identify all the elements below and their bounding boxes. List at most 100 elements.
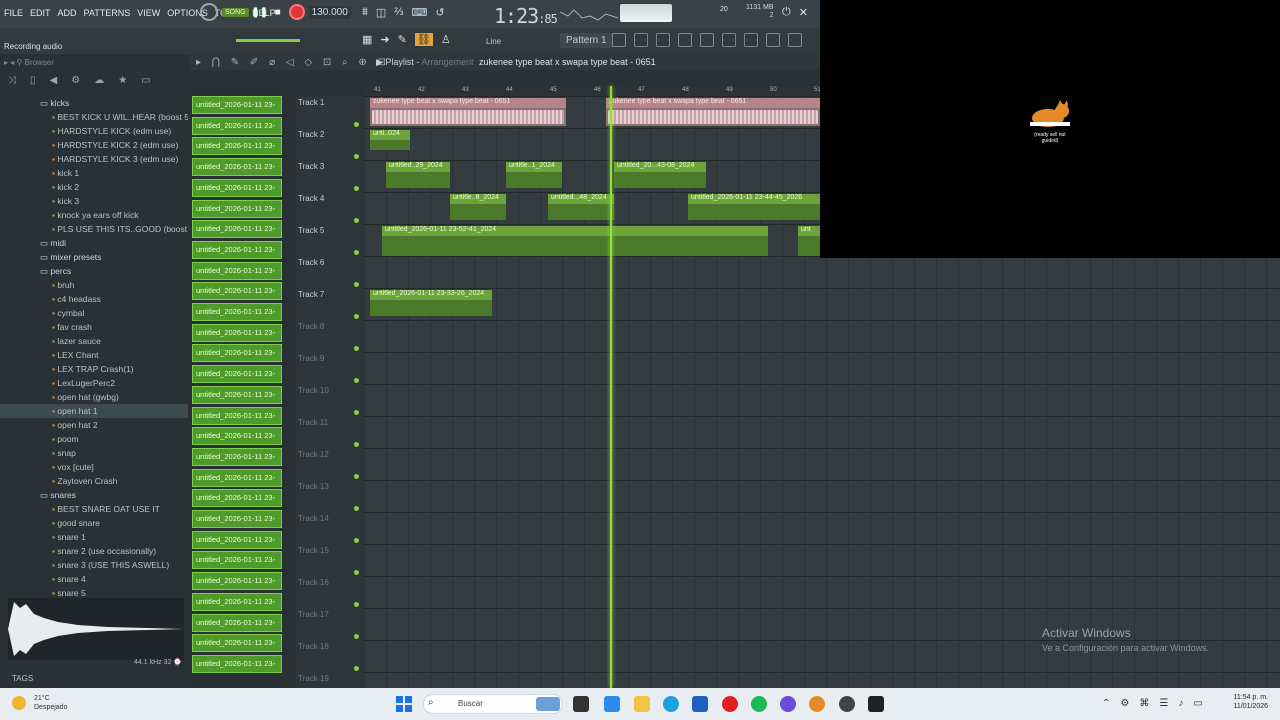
track-mute-led[interactable]: [354, 282, 359, 287]
pattern-item[interactable]: untitled_2026-01-11 23-: [192, 220, 282, 239]
track-label[interactable]: Track 5: [298, 226, 324, 235]
track-mute-led[interactable]: [354, 410, 359, 415]
browser-item[interactable]: ▪ Zaytoven Crash: [0, 474, 188, 488]
power-icon[interactable]: ⏻: [782, 6, 791, 19]
master-pitch-slider[interactable]: [236, 39, 300, 42]
song-mode-badge[interactable]: SONG: [222, 7, 249, 17]
browser-item[interactable]: ▪ kick 3: [0, 194, 188, 208]
pattern-item[interactable]: untitled_2026-01-11 23-: [192, 592, 282, 611]
timeline-ruler[interactable]: 41 42 43 44 45 46 47 48 49 50 51: [364, 86, 821, 96]
task-view-icon[interactable]: [573, 696, 589, 712]
metronome-icon[interactable]: ⩩: [362, 6, 368, 19]
track-label[interactable]: Track 14: [298, 514, 329, 523]
browser-item[interactable]: ▪ open hat 2: [0, 418, 188, 432]
browser-item[interactable]: ▪ kick 2: [0, 180, 188, 194]
track-mute-led[interactable]: [354, 346, 359, 351]
track-label[interactable]: Track 1: [298, 98, 324, 107]
star-icon[interactable]: ★: [118, 75, 127, 86]
track-label[interactable]: Track 3: [298, 162, 324, 171]
track-mute-led[interactable]: [354, 602, 359, 607]
stop-button[interactable]: ■: [271, 5, 285, 19]
track-label[interactable]: Track 8: [298, 322, 324, 331]
speaker-icon[interactable]: ◀: [50, 75, 58, 86]
file-icon[interactable]: ▯: [30, 75, 36, 86]
pattern-item[interactable]: untitled_2026-01-11 23-: [192, 323, 282, 342]
pattern-item[interactable]: untitled_2026-01-11 23-: [192, 654, 282, 673]
windows-start-icon[interactable]: [396, 696, 412, 712]
copilot-icon[interactable]: [604, 696, 620, 712]
menu-add[interactable]: ADD: [58, 8, 77, 18]
browser-folder[interactable]: ▭ kicks: [0, 96, 188, 110]
pattern-item[interactable]: untitled_2026-01-11 23-: [192, 613, 282, 632]
browser-item[interactable]: ▪ cymbal: [0, 306, 188, 320]
browser-folder[interactable]: ▭ mixer presets: [0, 250, 188, 264]
browser-item[interactable]: ▪ snare 2 (use occasionally): [0, 544, 188, 558]
record-button[interactable]: [288, 4, 305, 20]
pattern-item[interactable]: untitled_2026-01-11 23-: [192, 572, 282, 591]
track-label[interactable]: Track 7: [298, 290, 324, 299]
track-mute-led[interactable]: [354, 634, 359, 639]
browser-item[interactable]: ▪ HARDSTYLE KICK (edm use): [0, 124, 188, 138]
audio-clip[interactable]: zukenee type beat x swapa type beat - 06…: [370, 98, 566, 126]
pattern-item[interactable]: untitled_2026-01-11 23-: [192, 468, 282, 487]
pattern-clip[interactable]: untitled_2026-01-11 23-44-45_2026: [688, 194, 820, 220]
pattern-item[interactable]: untitled_2026-01-11 23-: [192, 240, 282, 259]
pattern-item[interactable]: untitled_2026-01-11 23-: [192, 510, 282, 528]
browser-item[interactable]: ▪ vox [cute]: [0, 460, 188, 474]
store-icon[interactable]: [692, 696, 708, 712]
pattern-item[interactable]: untitled_2026-01-11 23-: [192, 489, 282, 508]
browser-item[interactable]: ▪ LEX TRAP Crash(1): [0, 362, 188, 376]
discord-icon[interactable]: [780, 696, 796, 712]
browser-item[interactable]: ▪ LEX Chant: [0, 348, 188, 362]
battery-icon[interactable]: ▭: [1193, 698, 1202, 709]
playhead[interactable]: [610, 86, 612, 688]
pattern-clip[interactable]: untitle..8_2024: [450, 194, 506, 220]
browser-item[interactable]: ▪ HARDSTYLE KICK 3 (edm use): [0, 152, 188, 166]
pattern-item[interactable]: untitled_2026-01-11 23-: [192, 365, 282, 384]
browser-item[interactable]: ▪ kick 1: [0, 166, 188, 180]
file-explorer-icon[interactable]: [634, 696, 650, 712]
link-icon[interactable]: ⛓: [414, 33, 433, 46]
pat-song-toggle-icon[interactable]: [200, 3, 218, 21]
pattern-item[interactable]: untitled_2026-01-11 23-: [192, 158, 282, 177]
plugin-icon[interactable]: ⚙: [71, 75, 80, 86]
track-label[interactable]: Track 4: [298, 194, 324, 203]
track-label[interactable]: Track 11: [298, 418, 328, 427]
typing-keyboard-icon[interactable]: ⌨: [411, 6, 427, 19]
menu-view[interactable]: VIEW: [137, 8, 160, 18]
track-label[interactable]: Track 16: [298, 578, 329, 587]
fl-studio-icon[interactable]: [809, 696, 825, 712]
browser-item[interactable]: ▪ snap: [0, 446, 188, 460]
pattern-clip[interactable]: untitled_20...43-08_2024: [614, 162, 706, 188]
browser-item[interactable]: ▪ BEST SNARE OAT USE IT: [0, 502, 188, 516]
pattern-clip[interactable]: untitled..29_2024: [386, 162, 450, 188]
track-mute-led[interactable]: [354, 186, 359, 191]
pattern-item[interactable]: untitled_2026-01-11 23-: [192, 303, 282, 321]
track-mute-led[interactable]: [354, 250, 359, 255]
browser-item[interactable]: ▪ c4 headass: [0, 292, 188, 306]
track-label[interactable]: Track 19: [298, 674, 329, 683]
track-mute-led[interactable]: [354, 122, 359, 127]
browser-folder[interactable]: ▭ midi: [0, 236, 188, 250]
browser-item[interactable]: ▪ BEST KICK U WIL..HEAR (boost 5%): [0, 110, 188, 124]
pattern-item[interactable]: untitled_2026-01-11 23-: [192, 282, 282, 301]
tempo-tapper-icon[interactable]: [788, 33, 802, 47]
browser-item[interactable]: ▪ open hat (gwbg): [0, 390, 188, 404]
track-mute-led[interactable]: [354, 442, 359, 447]
pattern-item[interactable]: untitled_2026-01-11 23-: [192, 261, 282, 280]
browser-item[interactable]: ▪ lazer sauce: [0, 334, 188, 348]
pattern-item[interactable]: untitled_2026-01-11 23-: [192, 530, 282, 549]
track-label[interactable]: Track 6: [298, 258, 324, 267]
pattern-item[interactable]: untitled_2026-01-11 23-: [192, 427, 282, 446]
browser-window-icon[interactable]: [722, 33, 736, 47]
tags-label[interactable]: TAGS: [12, 674, 33, 683]
track-mute-led[interactable]: [354, 666, 359, 671]
pattern-clip[interactable]: unti..024: [370, 130, 410, 150]
track-mute-led[interactable]: [354, 314, 359, 319]
capture-icon[interactable]: [868, 696, 884, 712]
cloud-icon[interactable]: ☁: [94, 75, 104, 86]
countdown-icon[interactable]: ↺: [435, 6, 444, 19]
piano-roll-window-icon[interactable]: [678, 33, 692, 47]
wifi-icon[interactable]: ☰: [1159, 698, 1168, 709]
browser-item[interactable]: ▪ fav crash: [0, 320, 188, 334]
